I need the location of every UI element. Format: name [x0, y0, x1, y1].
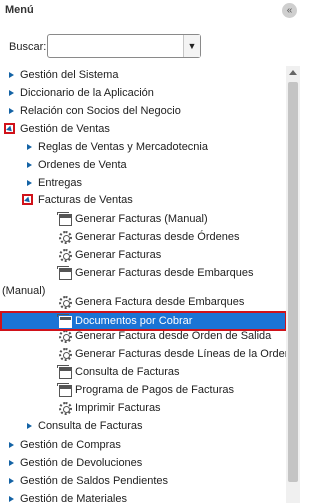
- tree-item-genera-factura-embarques[interactable]: Genera Factura desde Embarques: [0, 293, 286, 311]
- expand-arrow-icon[interactable]: [9, 90, 14, 96]
- window-icon: [57, 212, 72, 226]
- tree-item-gestion-compras[interactable]: Gestión de Compras: [0, 436, 286, 454]
- search-combobox[interactable]: ▼: [47, 34, 201, 58]
- tree-item-imprimir-facturas[interactable]: Imprimir Facturas: [0, 399, 286, 417]
- gear-icon: [59, 231, 72, 244]
- tree-item-generar-facturas-manual[interactable]: Generar Facturas (Manual): [0, 210, 286, 228]
- expand-arrow-icon[interactable]: [27, 423, 32, 429]
- collapse-arrow-icon[interactable]: [22, 194, 33, 205]
- scrollbar-thumb[interactable]: [288, 82, 298, 482]
- tree-item-generar-facturas[interactable]: Generar Facturas: [0, 246, 286, 264]
- tree-item-relacion-socios[interactable]: Relación con Socios del Negocio: [0, 102, 286, 120]
- search-label: Buscar:: [9, 41, 47, 53]
- tree-item-diccionario[interactable]: Diccionario de la Aplicación: [0, 84, 286, 102]
- expand-arrow-icon[interactable]: [27, 144, 32, 150]
- window-icon: [57, 365, 72, 379]
- expand-arrow-icon[interactable]: [9, 460, 14, 466]
- tree-item-gestion-ventas[interactable]: Gestión de Ventas: [0, 120, 286, 138]
- expand-arrow-icon[interactable]: [27, 162, 32, 168]
- scroll-up-icon[interactable]: [289, 70, 297, 75]
- expand-arrow-icon[interactable]: [9, 108, 14, 114]
- tree-item-generar-facturas-ordenes[interactable]: Generar Facturas desde Órdenes: [0, 228, 286, 246]
- collapse-arrow-icon[interactable]: [4, 123, 15, 134]
- expand-arrow-icon[interactable]: [9, 72, 14, 78]
- tree-item-documentos-por-cobrar[interactable]: Documentos por Cobrar: [0, 311, 287, 331]
- window-icon: [57, 383, 72, 397]
- gear-icon: [59, 348, 72, 361]
- tree-item-generar-facturas-embarques[interactable]: Generar Facturas desde Embarques: [0, 264, 286, 282]
- tree-item-consulta-facturas-parent[interactable]: Consulta de Facturas: [0, 417, 286, 435]
- search-input[interactable]: [50, 36, 182, 56]
- caret-down-icon[interactable]: ▼: [183, 35, 200, 57]
- menu-title: Menú: [5, 4, 34, 16]
- gear-icon: [59, 402, 72, 415]
- gear-icon: [59, 296, 72, 309]
- tree-item-programa-pagos[interactable]: Programa de Pagos de Facturas: [0, 381, 286, 399]
- tree-item-entregas[interactable]: Entregas: [0, 174, 286, 192]
- window-icon: [57, 266, 72, 280]
- tree-item-facturas-ventas[interactable]: Facturas de Ventas: [0, 191, 286, 209]
- tree-item-ordenes-venta[interactable]: Ordenes de Venta: [0, 156, 286, 174]
- window-icon: [57, 314, 72, 328]
- expand-arrow-icon[interactable]: [9, 478, 14, 484]
- expand-arrow-icon[interactable]: [9, 496, 14, 502]
- tree-item-gestion-saldos[interactable]: Gestión de Saldos Pendientes: [0, 472, 286, 490]
- tree-item-gestion-materiales[interactable]: Gestión de Materiales: [0, 490, 286, 503]
- menu-tree: Gestión del Sistema Diccionario de la Ap…: [0, 66, 286, 503]
- tree-item-reglas-ventas[interactable]: Reglas de Ventas y Mercadotecnia: [0, 138, 286, 156]
- expand-arrow-icon[interactable]: [9, 442, 14, 448]
- tree-item-generar-facturas-lineas[interactable]: Generar Facturas desde Líneas de la Orde…: [0, 345, 286, 363]
- tree-item-gestion-sistema[interactable]: Gestión del Sistema: [0, 66, 286, 84]
- tree-item-gestion-devoluciones[interactable]: Gestión de Devoluciones: [0, 454, 286, 472]
- gear-icon: [59, 249, 72, 262]
- menu-header: Menú «: [0, 0, 300, 24]
- tree-item-consulta-facturas[interactable]: Consulta de Facturas: [0, 363, 286, 381]
- double-chevron-left-icon[interactable]: «: [282, 3, 297, 18]
- expand-arrow-icon[interactable]: [27, 180, 32, 186]
- gear-icon: [59, 330, 72, 343]
- tree-scrollbar[interactable]: [286, 66, 300, 503]
